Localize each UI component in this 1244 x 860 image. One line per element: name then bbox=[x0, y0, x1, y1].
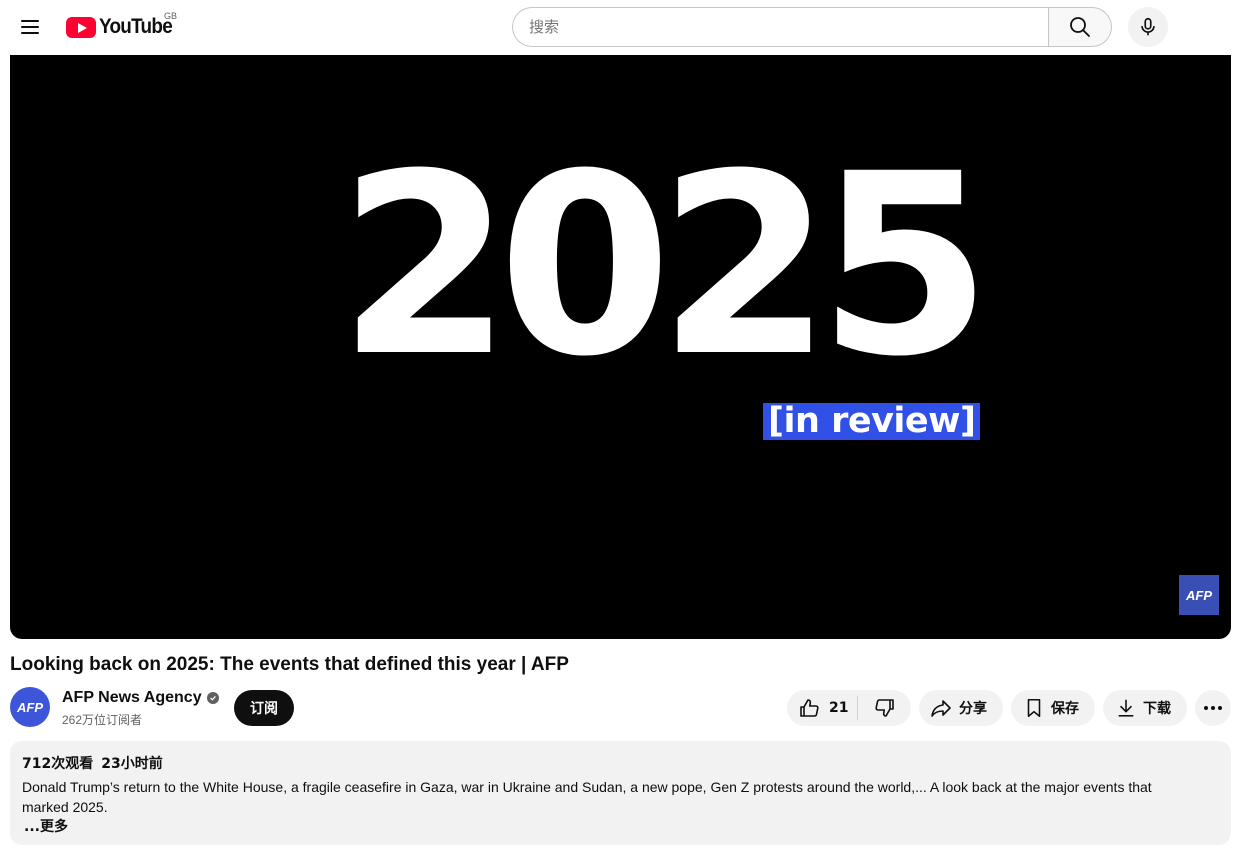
video-frame-title: 2025 bbox=[338, 120, 992, 411]
bookmark-icon bbox=[1027, 698, 1041, 718]
channel-avatar[interactable]: AFP bbox=[10, 687, 50, 727]
thumbs-down-icon bbox=[874, 699, 894, 717]
description-text: Donald Trump’s return to the White House… bbox=[22, 779, 1152, 815]
download-label: 下载 bbox=[1143, 701, 1171, 717]
search-icon bbox=[1070, 17, 1090, 37]
description-meta: 712次观看 23小时前 bbox=[22, 753, 1219, 773]
description-box[interactable]: 712次观看 23小时前 Donald Trump’s return to th… bbox=[10, 741, 1231, 845]
region-code: GB bbox=[164, 11, 178, 21]
subscribe-button[interactable]: 订阅 bbox=[234, 690, 294, 726]
like-button[interactable]: 21 bbox=[787, 696, 858, 720]
share-label: 分享 bbox=[959, 701, 987, 717]
search-input[interactable] bbox=[529, 18, 1033, 36]
description-more-link[interactable]: ...更多 bbox=[24, 817, 68, 837]
download-icon bbox=[1118, 699, 1134, 717]
view-count: 712次观看 bbox=[22, 756, 94, 772]
save-button[interactable]: 保存 bbox=[1011, 690, 1095, 726]
search-button[interactable] bbox=[1048, 7, 1112, 47]
voice-search-button[interactable] bbox=[1128, 7, 1168, 47]
video-title: Looking back on 2025: The events that de… bbox=[10, 654, 569, 675]
menu-button[interactable] bbox=[14, 11, 46, 43]
video-player[interactable]: 2025 [in review] AFP bbox=[10, 55, 1231, 639]
save-label: 保存 bbox=[1051, 701, 1079, 717]
thumbs-up-icon bbox=[800, 699, 819, 717]
share-arrow-icon bbox=[931, 700, 951, 717]
share-button[interactable]: 分享 bbox=[919, 690, 1003, 726]
logo-text: YouTube bbox=[99, 15, 173, 38]
youtube-logo[interactable]: YouTube GB bbox=[66, 11, 180, 40]
upload-time: 23小时前 bbox=[101, 756, 163, 772]
channel-name-link[interactable]: AFP News Agency bbox=[62, 689, 219, 707]
more-dots-icon bbox=[1204, 706, 1208, 710]
dislike-button[interactable] bbox=[858, 690, 911, 726]
more-actions-button[interactable] bbox=[1195, 690, 1231, 726]
subscriber-count: 262万位订阅者 bbox=[62, 713, 143, 727]
youtube-play-icon bbox=[66, 16, 96, 38]
masthead: YouTube GB bbox=[0, 0, 1244, 55]
verified-check-icon bbox=[206, 692, 219, 704]
channel-name: AFP News Agency bbox=[62, 689, 202, 706]
like-count: 21 bbox=[829, 700, 849, 716]
video-frame-subtitle: [in review] bbox=[763, 403, 981, 440]
like-dislike-group: 21 bbox=[787, 690, 911, 726]
microphone-icon bbox=[1141, 17, 1155, 36]
search-box[interactable] bbox=[512, 7, 1049, 47]
hamburger-menu-icon bbox=[21, 20, 39, 22]
afp-watermark: AFP bbox=[1179, 575, 1219, 615]
download-button[interactable]: 下载 bbox=[1103, 690, 1187, 726]
